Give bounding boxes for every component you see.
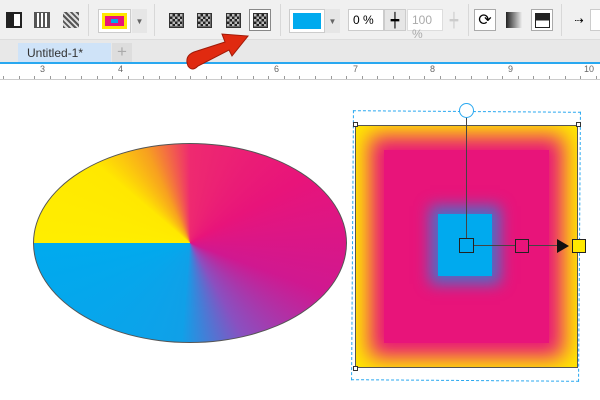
opacity-field[interactable]: 100 % (407, 9, 443, 41)
ruler-label: 3 (40, 64, 46, 74)
arrow-icon[interactable]: ⇢ (568, 9, 590, 31)
callout-arrow-icon (186, 33, 249, 70)
fountain-fill-icon[interactable] (98, 9, 131, 33)
ruler-tick (159, 76, 160, 79)
conical-ellipse[interactable] (33, 143, 347, 343)
ruler-tick (268, 76, 270, 79)
pattern-icon[interactable] (31, 9, 53, 31)
property-bar: ▼ ▼ 0 % ┿ 100 % ┿ ⟳ ⇢ (0, 0, 600, 41)
bitmap-pattern-icon[interactable] (60, 9, 82, 31)
ruler-tick (502, 76, 504, 79)
chevron-down-icon[interactable]: ▼ (132, 9, 147, 33)
ruler-tick (3, 76, 4, 79)
color-dropdown-icon[interactable]: ▼ (325, 9, 340, 33)
ruler-tick (377, 76, 379, 79)
opacity-value: 100 % (412, 13, 433, 41)
ruler-tick (580, 76, 582, 79)
midpoint-field[interactable]: 0 % (348, 9, 384, 31)
midpoint-slider-button[interactable]: ┿ (384, 9, 406, 31)
opacity-slider-button[interactable]: ┿ (443, 9, 465, 31)
ruler-tick (112, 76, 114, 79)
ruler-tick (471, 76, 472, 79)
ruler-tick (408, 76, 410, 79)
ruler-tick (49, 76, 51, 79)
end-color-node[interactable] (572, 239, 586, 253)
ruler-tick (393, 76, 394, 79)
ruler-label: 4 (118, 64, 124, 74)
ruler-tick (533, 76, 535, 79)
ruler-tick (486, 76, 488, 79)
ruler-label: 7 (353, 64, 359, 74)
ruler-tick (455, 76, 457, 79)
ruler-tick (564, 76, 566, 79)
ruler-label: 10 (584, 64, 595, 74)
arrow-head-icon (557, 239, 569, 253)
sel-handle[interactable] (576, 122, 581, 127)
ruler-tick (315, 76, 316, 79)
ruler-tick (283, 76, 285, 79)
ruler-tick (595, 76, 597, 79)
arrow-field[interactable] (590, 9, 600, 31)
ruler-label: 9 (508, 64, 514, 74)
rotation-handle[interactable] (459, 103, 474, 118)
ruler-tick (361, 76, 363, 79)
ruler-tick (424, 76, 426, 79)
ruler-tick (174, 76, 176, 79)
ruler-tick (81, 76, 82, 79)
fill-vector-line (466, 112, 467, 246)
ruler-tick (143, 76, 145, 79)
ruler-tick (18, 76, 20, 79)
tab-untitled-1[interactable]: Untitled-1* (18, 43, 111, 62)
fill-color-swatch[interactable] (289, 9, 325, 33)
ruler-tick (346, 76, 348, 79)
reverse-icon[interactable]: ⟳ (474, 9, 496, 31)
ruler-tick (330, 76, 332, 79)
smooth-icon[interactable] (503, 9, 525, 31)
transparency-icon[interactable] (3, 9, 25, 31)
ruler-tick (127, 76, 129, 79)
ruler-tick (65, 76, 67, 79)
ruler-tick (34, 76, 36, 79)
ruler-tick (96, 76, 98, 79)
horizontal-ruler[interactable]: 3 4 6 7 8 9 10 (0, 64, 600, 80)
edit-fill-icon[interactable] (531, 9, 553, 31)
ruler-tick (299, 76, 301, 79)
ruler-label: 8 (430, 64, 436, 74)
ruler-tick (439, 76, 441, 79)
mid-color-node[interactable] (515, 239, 529, 253)
ruler-label: 6 (274, 64, 280, 74)
ruler-tick (549, 76, 550, 79)
start-color-node[interactable] (459, 238, 474, 253)
new-tab-button[interactable]: + (112, 43, 132, 62)
sel-handle[interactable] (353, 366, 358, 371)
ruler-tick (517, 76, 519, 79)
midpoint-value: 0 % (353, 13, 374, 27)
tab-label: Untitled-1* (27, 46, 84, 60)
document-tabs: Untitled-1* + (0, 40, 600, 62)
sel-handle[interactable] (353, 122, 358, 127)
